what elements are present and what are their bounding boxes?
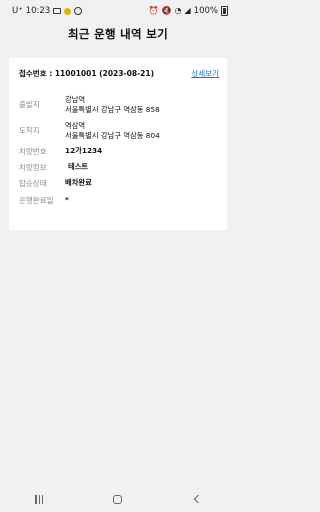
home-icon <box>113 494 123 504</box>
sync-notification-icon <box>74 7 83 15</box>
detail-link[interactable]: 상세보기 <box>191 68 219 79</box>
vehicle-info-row: 차량정보 테스트 <box>19 162 219 173</box>
arrival-value: 역삼역 서울특별시 강남구 역삼동 804 <box>65 121 160 141</box>
recents-button[interactable] <box>24 489 54 509</box>
trip-history-card: 접수번호 : 11001001 (2023-08-21) 상세보기 출발지 강남… <box>9 58 227 230</box>
completion-date-label: 운행완료일 <box>19 196 54 205</box>
arrival-label: 도착지 <box>19 126 40 135</box>
alarm-icon: ⏰ <box>148 6 159 15</box>
system-nav-bar <box>0 486 236 512</box>
arrival-name: 역삼역 <box>65 121 86 130</box>
receipt-number: 접수번호 : 11001001 (2023-08-21) <box>19 69 155 78</box>
status-right: ⏰ 🔇 ◔ ◢ 100% <box>149 6 228 16</box>
page-title: 최근 운행 내역 보기 <box>68 27 168 41</box>
completion-date-row: 운행완료일 * <box>19 195 219 206</box>
gallery-notification-icon <box>53 8 62 14</box>
wifi-icon: ◔ <box>174 6 182 15</box>
back-icon <box>193 494 203 504</box>
vehicle-number-value: 12가1234 <box>65 146 103 155</box>
boarding-status-row: 탑승상태 배차완료 <box>19 178 219 189</box>
carrier-label: U⁺ <box>12 6 23 16</box>
status-bar: U⁺ 10:23 ⏰ 🔇 ◔ ◢ 100% <box>0 0 236 22</box>
departure-label: 출발지 <box>19 100 40 109</box>
signal-icon: ◢ <box>184 6 191 15</box>
home-button[interactable] <box>103 489 133 509</box>
vehicle-info-value: 테스트 <box>68 162 89 171</box>
boarding-status-value: 배차완료 <box>65 178 92 187</box>
battery-icon <box>221 6 228 16</box>
completion-date-value: * <box>65 195 69 204</box>
clock: 10:23 <box>25 6 51 16</box>
boarding-status-label: 탑승상태 <box>19 179 47 188</box>
back-button[interactable] <box>182 489 212 509</box>
battery-percent: 100% <box>193 6 218 16</box>
arrival-row: 도착지 역삼역 서울특별시 강남구 역삼동 804 <box>19 121 219 141</box>
app-notification-icon <box>64 7 72 15</box>
departure-name: 강남역 <box>65 95 86 104</box>
vehicle-info-label: 차량정보 <box>19 163 47 172</box>
departure-value: 강남역 서울특별시 강남구 역삼동 858 <box>65 95 160 115</box>
recents-icon <box>35 494 44 504</box>
arrival-address: 서울특별시 강남구 역삼동 804 <box>65 131 160 140</box>
card-header: 접수번호 : 11001001 (2023-08-21) 상세보기 <box>19 68 219 79</box>
departure-row: 출발지 강남역 서울특별시 강남구 역삼동 858 <box>19 95 219 115</box>
vehicle-number-row: 차량번호 12가1234 <box>19 146 219 157</box>
mute-icon: 🔇 <box>161 6 172 15</box>
status-left: U⁺ 10:23 <box>12 6 83 16</box>
departure-address: 서울특별시 강남구 역삼동 858 <box>65 105 160 114</box>
vehicle-number-label: 차량번호 <box>19 147 47 156</box>
